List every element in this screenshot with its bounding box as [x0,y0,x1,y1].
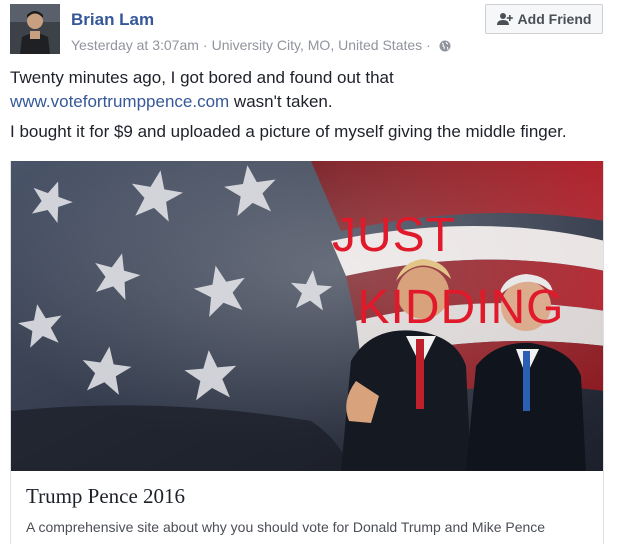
post-timestamp[interactable]: Yesterday at 3:07am [71,37,199,53]
post-paragraph-2: I bought it for $9 and uploaded a pictur… [10,122,567,141]
post-text-line2: wasn't taken. [229,92,333,111]
avatar-image [10,4,60,54]
flag-photo: JUST KIDDING [11,161,603,471]
meta-separator-2: · [426,37,431,53]
post-meta: Yesterday at 3:07am · University City, MO,… [71,37,451,55]
card-image[interactable]: JUST KIDDING [11,161,603,471]
add-friend-button[interactable]: Add Friend [485,4,603,34]
meta-separator: · [202,37,208,53]
post-text: Twenty minutes ago, I got bored and foun… [10,66,610,150]
post-link[interactable]: www.votefortrumppence.com [10,92,229,111]
post-location[interactable]: University City, MO, United States [212,37,423,53]
overlay-text-line1: JUST [332,209,456,262]
post-text-line1: Twenty minutes ago, I got bored and foun… [10,68,394,87]
overlay-text-line2: KIDDING [357,281,564,334]
avatar[interactable] [10,4,60,54]
add-friend-label: Add Friend [517,11,592,27]
author-name[interactable]: Brian Lam [71,10,154,30]
card-description: A comprehensive site about why you shoul… [26,519,546,535]
post-header: Brian Lam Yesterday at 3:07am · University… [10,4,610,56]
add-friend-icon [496,13,513,25]
globe-icon[interactable] [439,39,451,55]
card-title[interactable]: Trump Pence 2016 [26,484,185,509]
post-paragraph-1: Twenty minutes ago, I got bored and foun… [10,66,610,114]
link-preview-card[interactable]: JUST KIDDING Trump Pence 2016 A comprehe… [10,161,604,544]
